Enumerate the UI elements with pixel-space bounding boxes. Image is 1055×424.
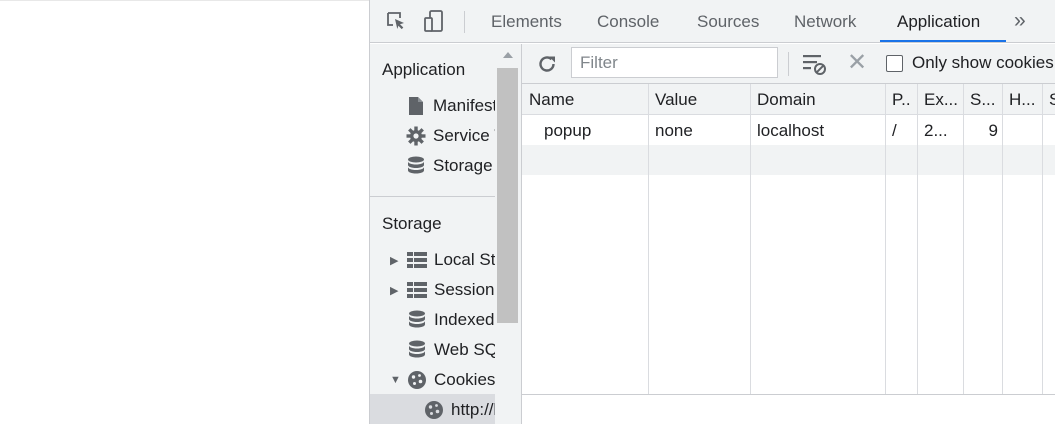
column-divider: [885, 84, 886, 394]
cell-cookie-path[interactable]: /: [892, 115, 916, 145]
cookie-icon: [423, 399, 445, 421]
column-header-size[interactable]: S...: [970, 84, 1001, 114]
sidebar-item-indexeddb[interactable]: IndexedDB: [406, 305, 495, 335]
cookies-toolbar: ✕ Only show cookies with an issue: [522, 44, 1055, 84]
sidebar-item-local-storage[interactable]: ▶ Local Storage: [390, 245, 495, 275]
sidebar-section-storage: Storage: [382, 214, 442, 233]
sidebar-item-service-workers[interactable]: Service Workers: [405, 121, 495, 151]
sidebar-tree: Application Manifest Service Storage Sto…: [370, 44, 495, 424]
column-divider: [1002, 84, 1003, 394]
sidebar-section-application: Application: [382, 60, 466, 79]
cookie-preview-divider: [522, 394, 1055, 395]
sidebar-item-label: Web SQL: [434, 340, 495, 359]
column-header-secure[interactable]: S: [1049, 84, 1055, 114]
sidebar-item-web-sql[interactable]: Web SQL: [406, 335, 495, 365]
sidebar-item-session-storage[interactable]: ▶ Session Storage: [390, 275, 495, 305]
cell-cookie-domain[interactable]: localhost: [757, 115, 882, 145]
refresh-icon[interactable]: [534, 51, 560, 77]
grid-icon: [406, 279, 428, 301]
gear-icon: [405, 125, 427, 147]
clear-all-cookies-icon[interactable]: [801, 51, 829, 77]
only-show-issues-toggle[interactable]: Only show cookies with an issue: [886, 44, 1055, 82]
sidebar-item-label: Manifest: [433, 96, 495, 115]
device-toolbar-icon[interactable]: [421, 8, 447, 34]
cell-cookie-name[interactable]: popup: [544, 115, 644, 145]
scrollbar-thumb[interactable]: [497, 68, 518, 323]
column-header-httponly[interactable]: H...: [1009, 84, 1041, 114]
column-divider: [648, 84, 649, 394]
cell-cookie-expires[interactable]: 2...: [924, 115, 962, 145]
page-content-area: [0, 1, 369, 424]
column-header-name[interactable]: Name: [529, 84, 644, 114]
expand-arrow-icon[interactable]: ▶: [390, 284, 402, 297]
application-sidebar: Application Manifest Service Storage Sto…: [370, 44, 522, 424]
column-divider: [963, 84, 964, 394]
expand-arrow-icon[interactable]: ▶: [390, 254, 402, 267]
sidebar-item-manifest[interactable]: Manifest: [405, 91, 495, 121]
tab-application[interactable]: Application: [897, 0, 980, 43]
delete-selected-icon[interactable]: ✕: [844, 49, 870, 77]
tab-elements[interactable]: Elements: [491, 0, 562, 43]
column-header-domain[interactable]: Domain: [757, 84, 882, 114]
cell-cookie-httponly[interactable]: [1009, 115, 1041, 145]
toolbar-separator: [788, 52, 789, 76]
sidebar-item-storage[interactable]: Storage: [405, 151, 493, 181]
sidebar-item-label: IndexedDB: [434, 310, 495, 329]
sidebar-item-label: Local Storage: [434, 250, 495, 269]
scroll-up-arrow-icon[interactable]: [503, 52, 513, 58]
cookies-panel: ✕ Only show cookies with an issue Name V…: [522, 44, 1055, 424]
document-icon: [405, 95, 427, 117]
tab-console[interactable]: Console: [597, 0, 659, 43]
filter-input[interactable]: [571, 47, 778, 78]
devtools-tab-bar: Elements Console Sources Network Applica…: [370, 0, 1055, 43]
only-show-issues-label: Only show cookies with an issue: [912, 53, 1055, 72]
inspect-element-icon[interactable]: [383, 8, 409, 34]
sidebar-item-cookies[interactable]: ▼ Cookies: [390, 365, 495, 395]
sidebar-item-label: Storage: [433, 156, 493, 175]
sidebar-item-label: Cookies: [434, 370, 495, 389]
sidebar-item-label: Session Storage: [434, 280, 495, 299]
database-icon: [406, 309, 428, 331]
database-icon: [405, 155, 427, 177]
sidebar-item-cookies-localhost[interactable]: http://localhost: [423, 395, 495, 424]
column-header-value[interactable]: Value: [655, 84, 745, 114]
tab-network[interactable]: Network: [794, 0, 856, 43]
table-row-empty: [522, 145, 1055, 175]
column-divider: [1042, 84, 1043, 394]
column-header-expires[interactable]: Ex...: [924, 84, 962, 114]
column-divider: [750, 84, 751, 394]
cell-cookie-size[interactable]: 9: [970, 115, 998, 145]
active-tab-indicator: [880, 40, 1006, 42]
sidebar-item-label: Service Workers: [433, 126, 495, 145]
column-divider: [917, 84, 918, 394]
sidebar-divider: [370, 196, 495, 197]
collapse-arrow-icon[interactable]: ▼: [390, 374, 402, 386]
cell-cookie-value[interactable]: none: [655, 115, 745, 145]
database-icon: [406, 339, 428, 361]
column-header-path[interactable]: P..: [892, 84, 916, 114]
sidebar-item-label: http://localhost: [451, 400, 495, 419]
more-tabs-icon[interactable]: »: [1014, 0, 1026, 43]
cookie-icon: [406, 369, 428, 391]
devtools-panel: Elements Console Sources Network Applica…: [369, 0, 1055, 424]
cookies-table: Name Value Domain P.. Ex... S... H... S …: [522, 84, 1055, 394]
grid-icon: [406, 249, 428, 271]
toolbar-separator: [464, 11, 465, 33]
only-show-issues-checkbox[interactable]: [886, 54, 903, 72]
tab-sources[interactable]: Sources: [697, 0, 759, 43]
